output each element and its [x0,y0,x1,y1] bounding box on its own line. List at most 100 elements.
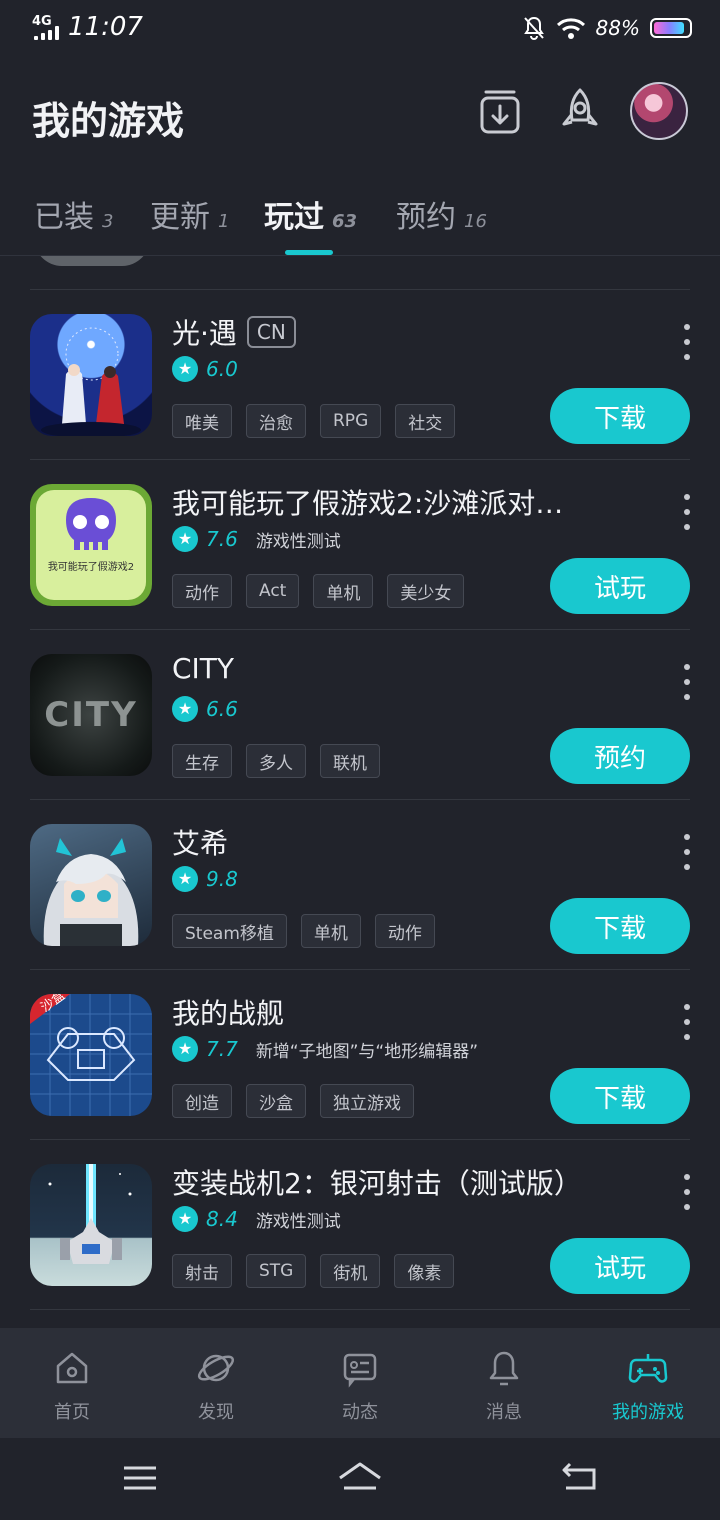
tag-list: Steam移植 单机 动作 [172,914,435,948]
skull-game-icon[interactable]: 我可能玩了假游戏2 [30,484,152,606]
tag[interactable]: Act [246,574,300,608]
game-list[interactable]: 光·遇 CN ★ 6.0 唯美 治愈 RPG 社交 下载 我可能玩了假游戏2 我… [0,256,720,1328]
tag[interactable]: 美少女 [387,574,465,608]
download-manager-icon[interactable] [472,84,528,140]
tag[interactable]: 动作 [374,914,435,948]
more-options-icon[interactable] [678,832,696,872]
nav-messages[interactable]: 消息 [432,1328,576,1438]
nav-home[interactable]: 首页 [0,1328,144,1438]
rating: ★ 8.4 游戏性测试 [172,1206,341,1232]
game-title[interactable]: 我的战舰 [172,992,284,1032]
game-row[interactable]: CITY CITY ★ 6.6 生存 多人 联机 预约 [0,630,720,800]
city-game-icon[interactable]: CITY [30,654,152,776]
battery-percent: 88% [595,16,640,40]
rocket-icon[interactable] [552,84,608,140]
icon-caption: 我可能玩了假游戏2 [48,560,134,573]
more-options-icon[interactable] [678,662,696,702]
game-name: 我的战舰 [172,997,285,1030]
star-icon: ★ [172,356,198,382]
try-play-button[interactable]: 试玩 [550,558,690,614]
tag[interactable]: 动作 [172,574,232,608]
game-row[interactable]: 艾希 ★ 9.8 Steam移植 单机 动作 下载 [0,800,720,970]
status-bar: 4G 11:07 88% [0,0,720,56]
tab-count: 1 [218,211,230,232]
tab-installed[interactable]: 已装 3 [34,192,113,236]
tab-label: 已装 [34,200,94,235]
tag-list: 动作 Act 单机 美少女 [172,574,465,608]
tag-list: 射击 STG 街机 像素 [172,1254,455,1288]
more-options-icon[interactable] [678,322,696,362]
tag[interactable]: 多人 [246,744,306,778]
tag[interactable]: 街机 [320,1254,381,1288]
feed-icon [343,1353,377,1388]
rating-score: 8.4 [206,1207,238,1231]
tag[interactable]: RPG [320,404,382,438]
reserve-button[interactable]: 预约 [550,728,690,784]
game-name: 我可能玩了假游戏2:沙滩派对… [172,487,564,520]
nav-feed[interactable]: 动态 [288,1328,432,1438]
try-play-button[interactable]: 试玩 [550,1238,690,1294]
tag[interactable]: 联机 [320,744,380,778]
menu-icon[interactable] [118,1460,162,1496]
rating-score: 9.8 [206,867,238,891]
sky-game-icon[interactable] [30,314,152,436]
nav-label: 首页 [54,1402,90,1423]
game-row[interactable]: 光·遇 CN ★ 6.0 唯美 治愈 RPG 社交 下载 [0,290,720,460]
game-row[interactable]: 沙盒 我的战舰 ★ 7.7 新增“子地图”与“地形编辑器” 创造 沙盒 独立游戏… [0,970,720,1140]
download-button[interactable]: 下载 [550,898,690,954]
nav-label: 消息 [486,1402,522,1423]
game-title[interactable]: 艾希 [172,822,228,862]
more-options-icon[interactable] [678,492,696,532]
divider [30,1309,690,1310]
tab-updates[interactable]: 更新 1 [150,192,229,236]
nav-my-games[interactable]: 我的游戏 [576,1328,720,1438]
game-title[interactable]: CITY [172,652,234,685]
user-avatar[interactable] [630,82,688,140]
back-icon[interactable] [558,1460,602,1496]
more-options-icon[interactable] [678,1172,696,1212]
game-title[interactable]: 我可能玩了假游戏2:沙滩派对… [172,482,563,522]
fighter-jet-game-icon[interactable] [30,1164,152,1286]
download-button[interactable]: 下载 [550,1068,690,1124]
wifi-icon [556,18,585,39]
more-options-icon[interactable] [678,1002,696,1042]
game-row[interactable]: 变装战机2：银河射击（测试版） ★ 8.4 游戏性测试 射击 STG 街机 像素… [0,1140,720,1310]
game-note: 新增“子地图”与“地形编辑器” [255,1041,479,1062]
tag[interactable]: 独立游戏 [320,1084,414,1118]
game-name: 艾希 [172,827,229,860]
rating: ★ 6.0 [172,356,238,382]
anime-girl-game-icon[interactable] [30,824,152,946]
tag[interactable]: 像素 [394,1254,455,1288]
rating-score: 7.7 [206,1037,238,1061]
rating: ★ 7.6 游戏性测试 [172,526,341,552]
tab-played[interactable]: 玩过 63 [264,192,357,236]
region-badge: CN [246,316,296,348]
system-navigation-bar [0,1438,720,1520]
tag[interactable]: 生存 [172,744,232,778]
home-button-icon[interactable] [336,1460,384,1496]
game-title[interactable]: 变装战机2：银河射击（测试版） [172,1162,582,1202]
warship-game-icon[interactable]: 沙盒 [30,994,152,1116]
tag[interactable]: STG [246,1254,307,1288]
nav-label: 我的游戏 [612,1402,684,1423]
tab-reserved[interactable]: 预约 16 [396,192,487,236]
download-button[interactable]: 下载 [550,388,690,444]
game-name: 变装战机2：银河射击（测试版） [172,1167,582,1200]
tag[interactable]: 唯美 [172,404,232,438]
game-row[interactable]: 我可能玩了假游戏2 我可能玩了假游戏2:沙滩派对… ★ 7.6 游戏性测试 动作… [0,460,720,630]
tag[interactable]: 单机 [313,574,374,608]
tag[interactable]: 射击 [172,1254,232,1288]
tag[interactable]: 创造 [172,1084,232,1118]
tag[interactable]: 单机 [300,914,361,948]
page-title: 我的游戏 [32,99,185,143]
mute-bell-icon [523,16,544,40]
tag[interactable]: 沙盒 [246,1084,306,1118]
tag[interactable]: Steam移植 [172,914,287,948]
gamepad-icon [628,1354,668,1383]
tag[interactable]: 社交 [395,404,456,438]
tag[interactable]: 治愈 [246,404,306,438]
bottom-navigation: 首页 发现 动态 消息 我的游戏 [0,1328,720,1438]
icon-caption: CITY [44,695,137,735]
nav-discover[interactable]: 发现 [144,1328,288,1438]
game-title[interactable]: 光·遇 CN [172,312,296,352]
